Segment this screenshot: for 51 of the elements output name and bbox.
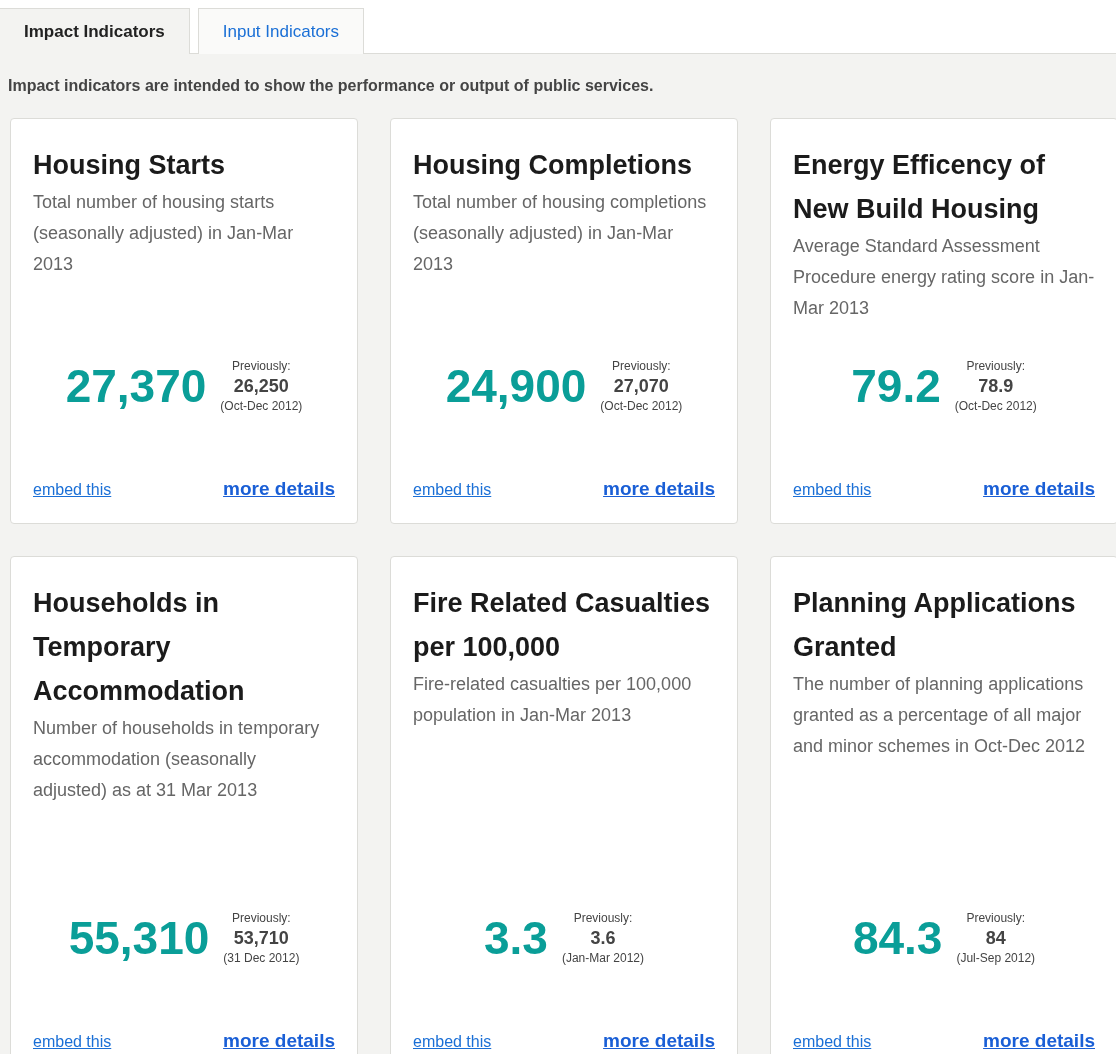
details-link[interactable]: more details: [223, 474, 335, 503]
previous-label: Previously:: [966, 909, 1026, 927]
details-link[interactable]: more details: [983, 1026, 1095, 1054]
previous-period: (31 Dec 2012): [223, 949, 300, 967]
previous-label: Previously:: [573, 909, 633, 927]
indicator-description: Fire-related casualties per 100,000 population in Jan-Mar 2013: [413, 673, 693, 727]
indicator-title: Energy Efficency of New Build Housing: [793, 149, 1047, 226]
tab[interactable]: Impact Indicators: [0, 8, 190, 54]
indicator-value: 3.3: [484, 914, 548, 961]
indicator-value: 27,370: [65, 362, 207, 409]
indicator-value: 55,310: [68, 914, 210, 961]
previous-period: (Oct-Dec 2012): [220, 397, 303, 415]
details-link[interactable]: more details: [603, 474, 715, 503]
previous-period: (Jan-Mar 2012): [561, 949, 644, 967]
previous-value: 84: [985, 926, 1006, 949]
embed-link[interactable]: embed this: [33, 1029, 112, 1054]
indicator-title: Housing Completions: [413, 149, 693, 182]
previous-value: 53,710: [233, 926, 289, 949]
previous-label: Previously:: [232, 357, 291, 375]
indicator-value: 79.2: [851, 362, 941, 409]
indicator-title: Planning Applications Granted: [793, 587, 1077, 664]
indicator-description: Number of households in temporary accommodation (seasonally adjusted) as at 31 Mar 2013: [33, 717, 321, 802]
indicator-description: Total number of housing starts (seasonally adjusted) in Jan-Mar 2013: [33, 191, 295, 276]
indicator-title: Households in Temporary Accommodation: [33, 587, 246, 708]
details-link[interactable]: more details: [603, 1026, 715, 1054]
embed-link[interactable]: embed this: [793, 477, 872, 502]
previous-label: Previously:: [966, 357, 1026, 375]
indicator-description: Average Standard Assessment Procedure energy rating score in Jan-Mar 2013: [793, 235, 1095, 320]
indicator-value: 24,900: [445, 362, 587, 409]
embed-link[interactable]: embed this: [33, 477, 112, 502]
indicator-title: Housing Starts: [33, 149, 227, 182]
indicator-value: 84.3: [852, 914, 943, 961]
embed-link[interactable]: embed this: [793, 1029, 872, 1054]
previous-period: (Oct-Dec 2012): [600, 397, 683, 415]
embed-link[interactable]: embed this: [413, 477, 492, 502]
tab[interactable]: Input Indicators: [197, 8, 364, 54]
previous-value: 3.6: [590, 926, 616, 949]
previous-label: Previously:: [612, 357, 671, 375]
previous-label: Previously:: [232, 909, 291, 927]
previous-period: (Oct-Dec 2012): [954, 397, 1037, 415]
details-link[interactable]: more details: [223, 1026, 335, 1054]
previous-value: 27,070: [613, 374, 669, 397]
intro-text: Impact indicators are intended to show the performance or output of public services.: [8, 76, 655, 96]
details-link[interactable]: more details: [983, 474, 1095, 503]
embed-link[interactable]: embed this: [413, 1029, 492, 1054]
indicator-title: Fire Related Casualties per 100,000: [413, 587, 712, 664]
previous-value: 26,250: [233, 374, 289, 397]
indicator-description: Total number of housing completions (seasonally adjusted) in Jan-Mar 2013: [413, 191, 708, 276]
previous-period: (Jul-Sep 2012): [956, 949, 1036, 967]
indicator-description: The number of planning applications granted as a percentage of all major and minor schemes in Oct-Dec 2012: [793, 673, 1087, 758]
previous-value: 78.9: [978, 374, 1014, 397]
